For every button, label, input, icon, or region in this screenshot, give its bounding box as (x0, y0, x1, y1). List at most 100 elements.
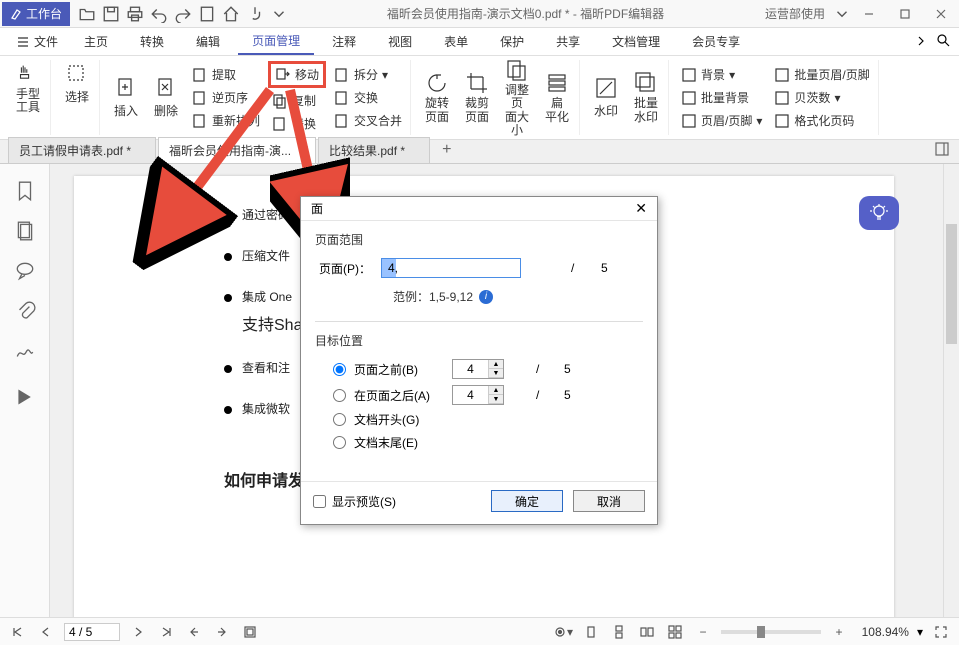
bates-button[interactable]: 贝茨数▾ (770, 87, 873, 108)
page-range-input[interactable] (381, 258, 521, 278)
save-icon[interactable] (102, 5, 120, 23)
spin-down-icon[interactable]: ▼ (489, 369, 503, 378)
maximize-button[interactable] (887, 0, 923, 28)
preview-checkbox[interactable] (313, 495, 326, 508)
last-page-button[interactable] (156, 622, 176, 642)
header-footer-button[interactable]: 页眉/页脚▾ (677, 110, 766, 131)
info-icon[interactable]: i (479, 290, 493, 304)
print-icon[interactable] (126, 5, 144, 23)
comments-panel-icon[interactable] (14, 260, 36, 282)
zoom-in-button[interactable]: + (829, 622, 849, 642)
preview-checkbox-row[interactable]: 显示预览(S) (313, 493, 396, 510)
tab-form[interactable]: 表单 (430, 29, 482, 54)
signature-panel-icon[interactable] (14, 340, 36, 362)
tab-home[interactable]: 主页 (70, 29, 122, 54)
flatten-button[interactable]: 扁 平化 (537, 69, 577, 125)
expand-panel-icon[interactable] (14, 386, 36, 408)
watermark-button[interactable]: 水印 (586, 74, 626, 121)
crop-button[interactable]: 裁剪 页面 (457, 69, 497, 125)
tab-member[interactable]: 会员专享 (678, 29, 754, 54)
swap-button[interactable]: 交换 (330, 87, 406, 108)
extract-button[interactable]: 提取 (188, 64, 264, 85)
reflow-button[interactable] (240, 622, 260, 642)
batch-background-button[interactable]: 批量背景 (677, 87, 766, 108)
after-page-radio[interactable] (333, 389, 346, 402)
copy-button[interactable]: 复制 (268, 90, 326, 111)
close-button[interactable] (923, 0, 959, 28)
rearrange-button[interactable]: 重新排列 (188, 110, 264, 131)
workspace-button[interactable]: 工作台 (2, 2, 70, 26)
insert-button[interactable]: 插入 (106, 74, 146, 121)
split-button[interactable]: 拆分▾ (330, 64, 406, 85)
single-page-button[interactable] (581, 622, 601, 642)
spin-up-icon[interactable]: ▲ (489, 360, 503, 369)
before-page-spinbox[interactable]: ▲▼ (452, 359, 504, 379)
new-icon[interactable] (198, 5, 216, 23)
tab-annotate[interactable]: 注释 (318, 29, 370, 54)
replace-button[interactable]: 替换 (268, 113, 326, 134)
vertical-scrollbar[interactable] (943, 164, 959, 617)
doc-end-radio[interactable] (333, 436, 346, 449)
open-icon[interactable] (78, 5, 96, 23)
background-button[interactable]: 背景▾ (677, 64, 766, 85)
spin-up-icon-2[interactable]: ▲ (489, 386, 503, 395)
file-menu[interactable]: 文件 (8, 33, 66, 50)
doc-start-radio[interactable] (333, 413, 346, 426)
batch-hf-button[interactable]: 批量页眉/页脚 (770, 64, 873, 85)
undo-icon[interactable] (150, 5, 168, 23)
after-spin-input[interactable] (453, 386, 489, 404)
page-number-input[interactable] (64, 623, 120, 641)
search-icon[interactable] (935, 32, 951, 51)
next-page-button[interactable] (128, 622, 148, 642)
scrollbar-thumb[interactable] (946, 224, 957, 344)
doc-tab-1[interactable]: 福昕会员使用指南-演...× (158, 137, 316, 163)
doc-tab-0[interactable]: 员工请假申请表.pdf * (8, 137, 156, 163)
bookmark-panel-icon[interactable] (14, 180, 36, 202)
before-spin-input[interactable] (453, 360, 489, 378)
select-button[interactable]: 选择 (57, 60, 97, 107)
zoom-out-button[interactable]: − (693, 622, 713, 642)
panel-toggle-icon[interactable] (925, 138, 959, 163)
before-page-radio[interactable] (333, 363, 346, 376)
doc-tab-2[interactable]: 比较结果.pdf * (318, 137, 430, 163)
resize-button[interactable]: 调整页 面大小 (497, 56, 537, 139)
tab-view[interactable]: 视图 (374, 29, 426, 54)
cancel-button[interactable]: 取消 (573, 490, 645, 512)
first-page-button[interactable] (8, 622, 28, 642)
redo-icon[interactable] (174, 5, 192, 23)
zoom-thumb[interactable] (757, 626, 765, 638)
tab-page-manage[interactable]: 页面管理 (238, 28, 314, 55)
fullscreen-button[interactable] (931, 622, 951, 642)
batch-watermark-button[interactable]: 批量 水印 (626, 69, 666, 125)
dropdown-icon[interactable] (270, 5, 288, 23)
new-tab-button[interactable]: + (432, 137, 461, 163)
move-button[interactable]: 移动 (268, 61, 326, 88)
more-icon[interactable] (915, 34, 927, 49)
tab-edit[interactable]: 编辑 (182, 29, 234, 54)
tab-doc-manage[interactable]: 文档管理 (598, 29, 674, 54)
continuous-button[interactable] (609, 622, 629, 642)
read-mode-button[interactable]: ▾ (553, 622, 573, 642)
ok-button[interactable]: 确定 (491, 490, 563, 512)
spin-down-icon-2[interactable]: ▼ (489, 395, 503, 404)
format-page-button[interactable]: 格式化页码 (770, 110, 873, 131)
tab-share[interactable]: 共享 (542, 29, 594, 54)
help-bulb-button[interactable] (859, 196, 899, 230)
touch-icon[interactable] (246, 5, 264, 23)
dialog-close-button[interactable]: ✕ (631, 200, 651, 217)
attachment-panel-icon[interactable] (14, 300, 36, 322)
tab-convert[interactable]: 转换 (126, 29, 178, 54)
minimize-button[interactable] (851, 0, 887, 28)
reverse-button[interactable]: 逆页序 (188, 87, 264, 108)
delete-button[interactable]: 删除 (146, 74, 186, 121)
nav-back-button[interactable] (184, 622, 204, 642)
hand-tool-button[interactable]: 手型 工具 (8, 60, 48, 116)
facing-continuous-button[interactable] (665, 622, 685, 642)
zoom-dropdown-icon[interactable]: ▾ (917, 625, 923, 639)
after-page-spinbox[interactable]: ▲▼ (452, 385, 504, 405)
zoom-slider[interactable] (721, 630, 821, 634)
dialog-titlebar[interactable]: 面 ✕ (301, 197, 657, 221)
prev-page-button[interactable] (36, 622, 56, 642)
close-tab-icon[interactable]: × (302, 142, 309, 156)
facing-button[interactable] (637, 622, 657, 642)
